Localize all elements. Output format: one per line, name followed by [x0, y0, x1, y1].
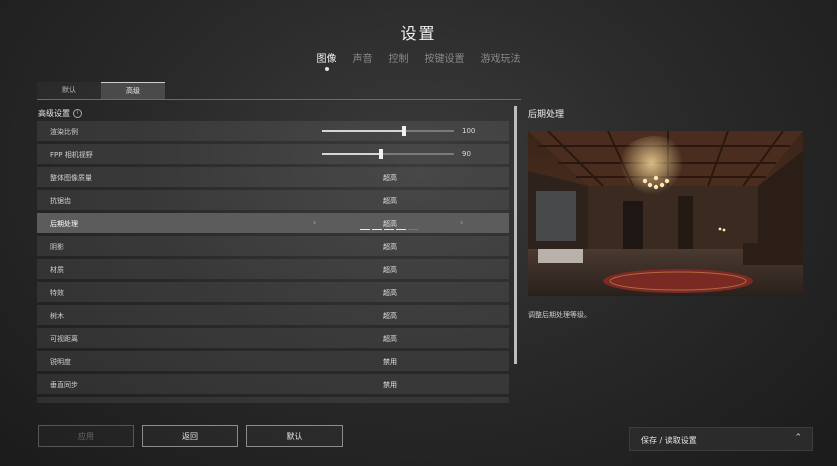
sub-tab-default[interactable]: 默认	[37, 82, 101, 99]
chevron-up-icon: ⌃	[794, 433, 802, 443]
level-pip	[396, 229, 406, 230]
setting-value: 超高	[383, 220, 397, 228]
tab-keybindings[interactable]: 按键设置	[425, 50, 465, 71]
setting-value: 超高	[383, 174, 397, 182]
apply-button[interactable]: 应用	[38, 425, 134, 447]
setting-row-partial[interactable]: 超高	[37, 397, 509, 403]
level-pip	[408, 229, 418, 230]
top-tab-bar: 图像 声音 控制 按键设置 游戏玩法	[0, 50, 837, 71]
tab-sound[interactable]: 声音	[353, 50, 373, 71]
slider-value: 90	[462, 150, 471, 158]
setting-label: 材质	[50, 266, 64, 274]
setting-row-sharpness[interactable]: 锐明度 禁用	[37, 351, 509, 371]
setting-label: 特效	[50, 289, 64, 297]
sub-tab-bar: 默认 高级	[37, 82, 165, 100]
info-icon[interactable]: i	[73, 109, 82, 118]
setting-label: FPP 相机视野	[50, 151, 93, 159]
level-pip	[384, 229, 394, 230]
chevron-right-icon[interactable]: ›	[460, 218, 463, 227]
setting-row-post-processing[interactable]: 后期处理 ‹ 超高 ›	[37, 213, 509, 233]
setting-value: 超高	[383, 266, 397, 274]
tab-controls[interactable]: 控制	[389, 50, 409, 71]
setting-value: 禁用	[383, 381, 397, 389]
setting-value: 超高	[383, 289, 397, 297]
setting-value: 超高	[383, 243, 397, 251]
section-heading: 高级设置 i	[38, 108, 82, 119]
setting-label: 阴影	[50, 243, 64, 251]
page-title: 设置	[400, 24, 437, 43]
level-pip	[372, 229, 382, 230]
setting-label: 渲染比例	[50, 128, 78, 136]
tab-graphics[interactable]: 图像	[317, 50, 337, 71]
default-button[interactable]: 默认	[246, 425, 343, 447]
setting-value: 禁用	[383, 358, 397, 366]
chevron-left-icon[interactable]: ‹	[313, 218, 316, 227]
setting-row-anti-aliasing[interactable]: 抗锯齿 超高	[37, 190, 509, 210]
setting-value: 超高	[383, 335, 397, 343]
save-load-label: 保存 / 读取设置	[641, 436, 697, 445]
setting-label: 抗锯齿	[50, 197, 71, 205]
setting-row-vsync[interactable]: 垂直同步 禁用	[37, 374, 509, 394]
settings-list: 渲染比例 100 FPP 相机视野 90 整体图像质量 超高 抗锯齿 超高 后期…	[37, 121, 509, 403]
setting-row-textures[interactable]: 材质 超高	[37, 259, 509, 279]
setting-value: 超高	[383, 197, 397, 205]
setting-row-foliage[interactable]: 树木 超高	[37, 305, 509, 325]
render-scale-slider[interactable]	[322, 126, 454, 136]
slider-fill	[322, 153, 382, 155]
setting-label: 后期处理	[50, 220, 78, 228]
settings-scrollbar[interactable]	[514, 106, 517, 364]
back-button[interactable]: 返回	[142, 425, 238, 447]
tab-gameplay[interactable]: 游戏玩法	[481, 50, 521, 71]
setting-label: 垂直同步	[50, 381, 78, 389]
level-indicator	[360, 229, 418, 230]
setting-label: 整体图像质量	[50, 174, 92, 182]
setting-label: 树木	[50, 312, 64, 320]
setting-row-overall-quality[interactable]: 整体图像质量 超高	[37, 167, 509, 187]
setting-row-render-scale[interactable]: 渲染比例 100	[37, 121, 509, 141]
slider-value: 100	[462, 127, 476, 135]
setting-row-effects[interactable]: 特效 超高	[37, 282, 509, 302]
detail-title: 后期处理	[528, 110, 565, 120]
sub-tab-advanced[interactable]: 高级	[101, 82, 165, 100]
setting-row-shadows[interactable]: 阴影 超高	[37, 236, 509, 256]
setting-row-fpp-fov[interactable]: FPP 相机视野 90	[37, 144, 509, 164]
preview-image	[528, 131, 803, 296]
slider-thumb[interactable]	[379, 149, 384, 159]
fpp-fov-slider[interactable]	[322, 149, 454, 159]
detail-description: 调整后期处理等级。	[528, 311, 591, 319]
setting-label: 可视距离	[50, 335, 78, 343]
tab-divider	[37, 99, 521, 100]
section-heading-label: 高级设置	[38, 109, 70, 118]
slider-fill	[322, 130, 404, 132]
save-load-settings-button[interactable]: 保存 / 读取设置 ⌃	[629, 427, 813, 451]
slider-thumb[interactable]	[401, 126, 406, 136]
setting-label: 锐明度	[50, 358, 71, 366]
level-pip	[360, 229, 370, 230]
setting-row-view-distance[interactable]: 可视距离 超高	[37, 328, 509, 348]
setting-value: 超高	[383, 312, 397, 320]
